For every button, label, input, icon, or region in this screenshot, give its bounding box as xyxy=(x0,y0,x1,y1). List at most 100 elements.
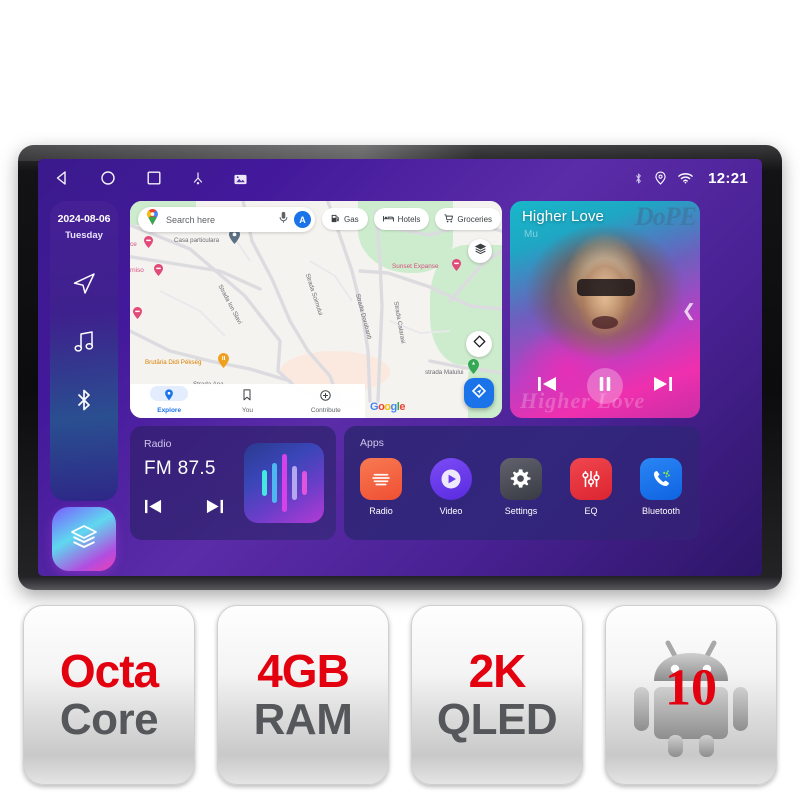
map-label: Brutăria Didi Pékség xyxy=(145,359,202,366)
radio-waves-icon xyxy=(360,458,402,500)
map-tab-you[interactable]: You xyxy=(208,388,286,414)
status-clock: 12:21 xyxy=(708,169,748,187)
map-chip-label: Groceries xyxy=(457,214,493,224)
feature-badges: Octa Core 4GB RAM 2K QLED 10 xyxy=(0,605,800,795)
map-layers-button[interactable] xyxy=(468,239,492,263)
map-label: ce xyxy=(130,241,137,248)
music-note-icon[interactable] xyxy=(71,329,97,355)
map-bottom-nav: Explore You Contribute xyxy=(130,384,365,418)
radio-widget[interactable]: Radio FM 87.5 xyxy=(130,426,336,540)
app-label: Settings xyxy=(504,506,538,516)
skip-previous-icon[interactable] xyxy=(144,498,163,520)
music-transport-controls xyxy=(510,368,700,404)
map-chip-label: Hotels xyxy=(397,214,421,224)
chevron-left-icon[interactable]: ❮ xyxy=(682,301,696,321)
skip-previous-icon[interactable] xyxy=(537,375,557,398)
map-tab-contribute[interactable]: Contribute xyxy=(287,388,365,414)
navigate-fab-icon xyxy=(471,383,487,404)
map-navigate-button[interactable] xyxy=(464,378,494,408)
screenshot-icon[interactable] xyxy=(234,172,247,185)
android-robot-icon: 10 xyxy=(632,633,750,757)
sidebar-item-layers[interactable] xyxy=(52,507,116,571)
waveform-icon[interactable] xyxy=(244,443,324,523)
apps-widget: Apps Radio Video Settings EQ Bluetooth xyxy=(344,426,700,540)
music-player-widget[interactable]: DoPE Higher Love Higher Love Mu ❮ xyxy=(510,201,700,418)
app-radio[interactable]: Radio xyxy=(360,458,402,516)
play-circle-icon xyxy=(430,458,472,500)
bluetooth-icon[interactable] xyxy=(71,387,97,413)
left-sidebar: 2024-08-06 Tuesday xyxy=(50,201,118,501)
badge-octa-core: Octa Core xyxy=(23,605,195,785)
badge-bottom-text: QLED xyxy=(436,695,558,745)
status-bar: 12:21 xyxy=(38,159,762,197)
map-search-bar[interactable]: Search here A xyxy=(138,207,315,232)
map-poi-pin[interactable] xyxy=(154,263,163,276)
album-art-script: DoPE xyxy=(635,202,697,231)
apps-label: Apps xyxy=(360,437,384,449)
map-poi-pin[interactable] xyxy=(218,353,229,368)
bed-icon xyxy=(382,214,394,225)
home-icon[interactable] xyxy=(100,170,116,186)
google-watermark: Google xyxy=(370,401,405,413)
skip-next-icon[interactable] xyxy=(653,375,673,398)
android-nav-buttons xyxy=(54,170,247,186)
skip-next-icon[interactable] xyxy=(205,498,224,520)
badge-top-text: Octa xyxy=(59,644,159,697)
map-chip-hotels[interactable]: Hotels xyxy=(373,208,430,230)
map-label: Sunset Expanse xyxy=(392,263,439,270)
badge-4gb-ram: 4GB RAM xyxy=(217,605,389,785)
song-title: Higher Love xyxy=(522,208,604,225)
pause-button[interactable] xyxy=(587,368,623,404)
badge-top-text: 2K xyxy=(468,644,527,697)
badge-bottom-text: Core xyxy=(59,695,159,745)
microphone-icon[interactable] xyxy=(279,211,288,229)
bluetooth-phone-icon xyxy=(640,458,682,500)
navigation-arrow-icon[interactable] xyxy=(71,271,97,297)
map-poi-pin[interactable] xyxy=(144,235,153,248)
radio-controls xyxy=(144,498,224,520)
bookmark-icon xyxy=(242,388,252,406)
plus-circle-icon xyxy=(320,388,332,406)
map-widget[interactable]: Casa particulara Sunset Expanse strada M… xyxy=(130,201,502,418)
map-chip-gas[interactable]: Gas xyxy=(322,208,368,230)
split-screen-icon[interactable] xyxy=(192,171,204,185)
location-icon xyxy=(655,171,666,185)
gear-icon xyxy=(500,458,542,500)
radio-label: Radio xyxy=(144,438,172,450)
badge-bottom-text: RAM xyxy=(253,695,353,745)
google-maps-pin-icon xyxy=(146,209,159,230)
song-subtitle: Mu xyxy=(524,229,538,240)
badge-2k-qled: 2K QLED xyxy=(411,605,583,785)
compass-icon xyxy=(473,335,486,353)
wifi-icon xyxy=(678,172,693,184)
search-input[interactable]: Search here xyxy=(166,215,279,225)
badge-top-text: 4GB xyxy=(257,644,350,697)
sidebar-date: 2024-08-06 xyxy=(57,213,111,225)
account-avatar[interactable]: A xyxy=(294,211,311,228)
sidebar-day: Tuesday xyxy=(65,230,103,241)
app-settings[interactable]: Settings xyxy=(500,458,542,516)
system-status-icons: 12:21 xyxy=(634,170,748,187)
app-label: Bluetooth xyxy=(641,506,681,516)
app-bluetooth[interactable]: Bluetooth xyxy=(640,458,682,516)
back-icon[interactable] xyxy=(54,170,70,186)
map-poi-pin[interactable] xyxy=(468,359,479,374)
map-compass-button[interactable] xyxy=(466,331,492,357)
map-poi-pin[interactable] xyxy=(133,306,142,319)
map-chip-groceries[interactable]: Groceries xyxy=(435,208,502,230)
map-chip-label: Gas xyxy=(344,214,359,224)
map-tab-explore[interactable]: Explore xyxy=(130,386,208,414)
head-unit-device: 12:21 2024-08-06 Tuesday Casa particular… xyxy=(18,145,782,590)
android-version-number: 10 xyxy=(665,659,717,717)
bluetooth-icon xyxy=(634,172,643,185)
radio-frequency: FM 87.5 xyxy=(144,458,216,479)
layers-icon xyxy=(69,522,99,557)
map-tab-label: Contribute xyxy=(310,407,341,414)
map-poi-pin[interactable] xyxy=(452,258,461,271)
recents-icon[interactable] xyxy=(146,170,162,186)
device-screen: 12:21 2024-08-06 Tuesday Casa particular… xyxy=(38,159,762,576)
app-label: Video xyxy=(439,506,463,516)
app-eq[interactable]: EQ xyxy=(570,458,612,516)
app-video[interactable]: Video xyxy=(430,458,472,516)
map-label: Casa particulara xyxy=(174,237,220,244)
